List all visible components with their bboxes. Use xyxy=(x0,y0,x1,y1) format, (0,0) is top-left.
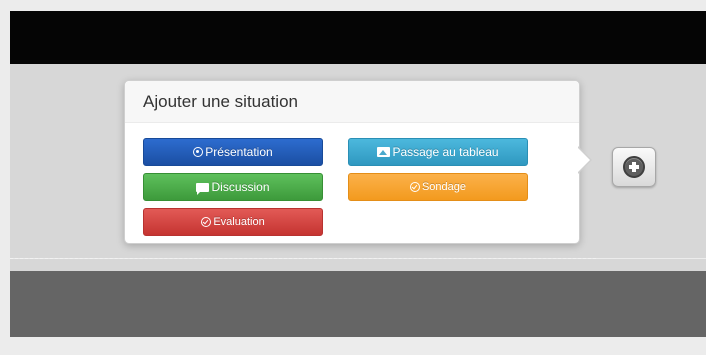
sondage-label: Sondage xyxy=(421,181,467,193)
popover-arrow-fill xyxy=(577,147,590,173)
evaluation-label: Evaluation xyxy=(213,216,265,228)
dark-band xyxy=(10,271,706,337)
picture-icon xyxy=(377,147,391,157)
circle-check-icon xyxy=(409,182,420,192)
add-situation-button[interactable] xyxy=(612,147,656,187)
sondage-button[interactable]: Sondage xyxy=(348,173,528,201)
popover-title: Ajouter une situation xyxy=(125,81,579,123)
presentation-button[interactable]: Présentation xyxy=(143,138,323,166)
top-black-bar xyxy=(10,11,706,64)
discussion-label: Discussion xyxy=(211,180,270,194)
bottom-light-area xyxy=(10,337,706,355)
content-area-bottom xyxy=(10,259,706,271)
circle-dot-icon xyxy=(193,147,204,157)
evaluation-button[interactable]: Evaluation xyxy=(143,208,323,236)
discussion-button[interactable]: Discussion xyxy=(143,173,323,201)
circle-check-icon xyxy=(201,217,212,227)
plus-circle-icon xyxy=(623,156,645,178)
passage-label: Passage au tableau xyxy=(392,145,499,159)
chat-bubble-icon xyxy=(196,182,210,195)
passage-au-tableau-button[interactable]: Passage au tableau xyxy=(348,138,528,166)
presentation-label: Présentation xyxy=(205,145,273,159)
